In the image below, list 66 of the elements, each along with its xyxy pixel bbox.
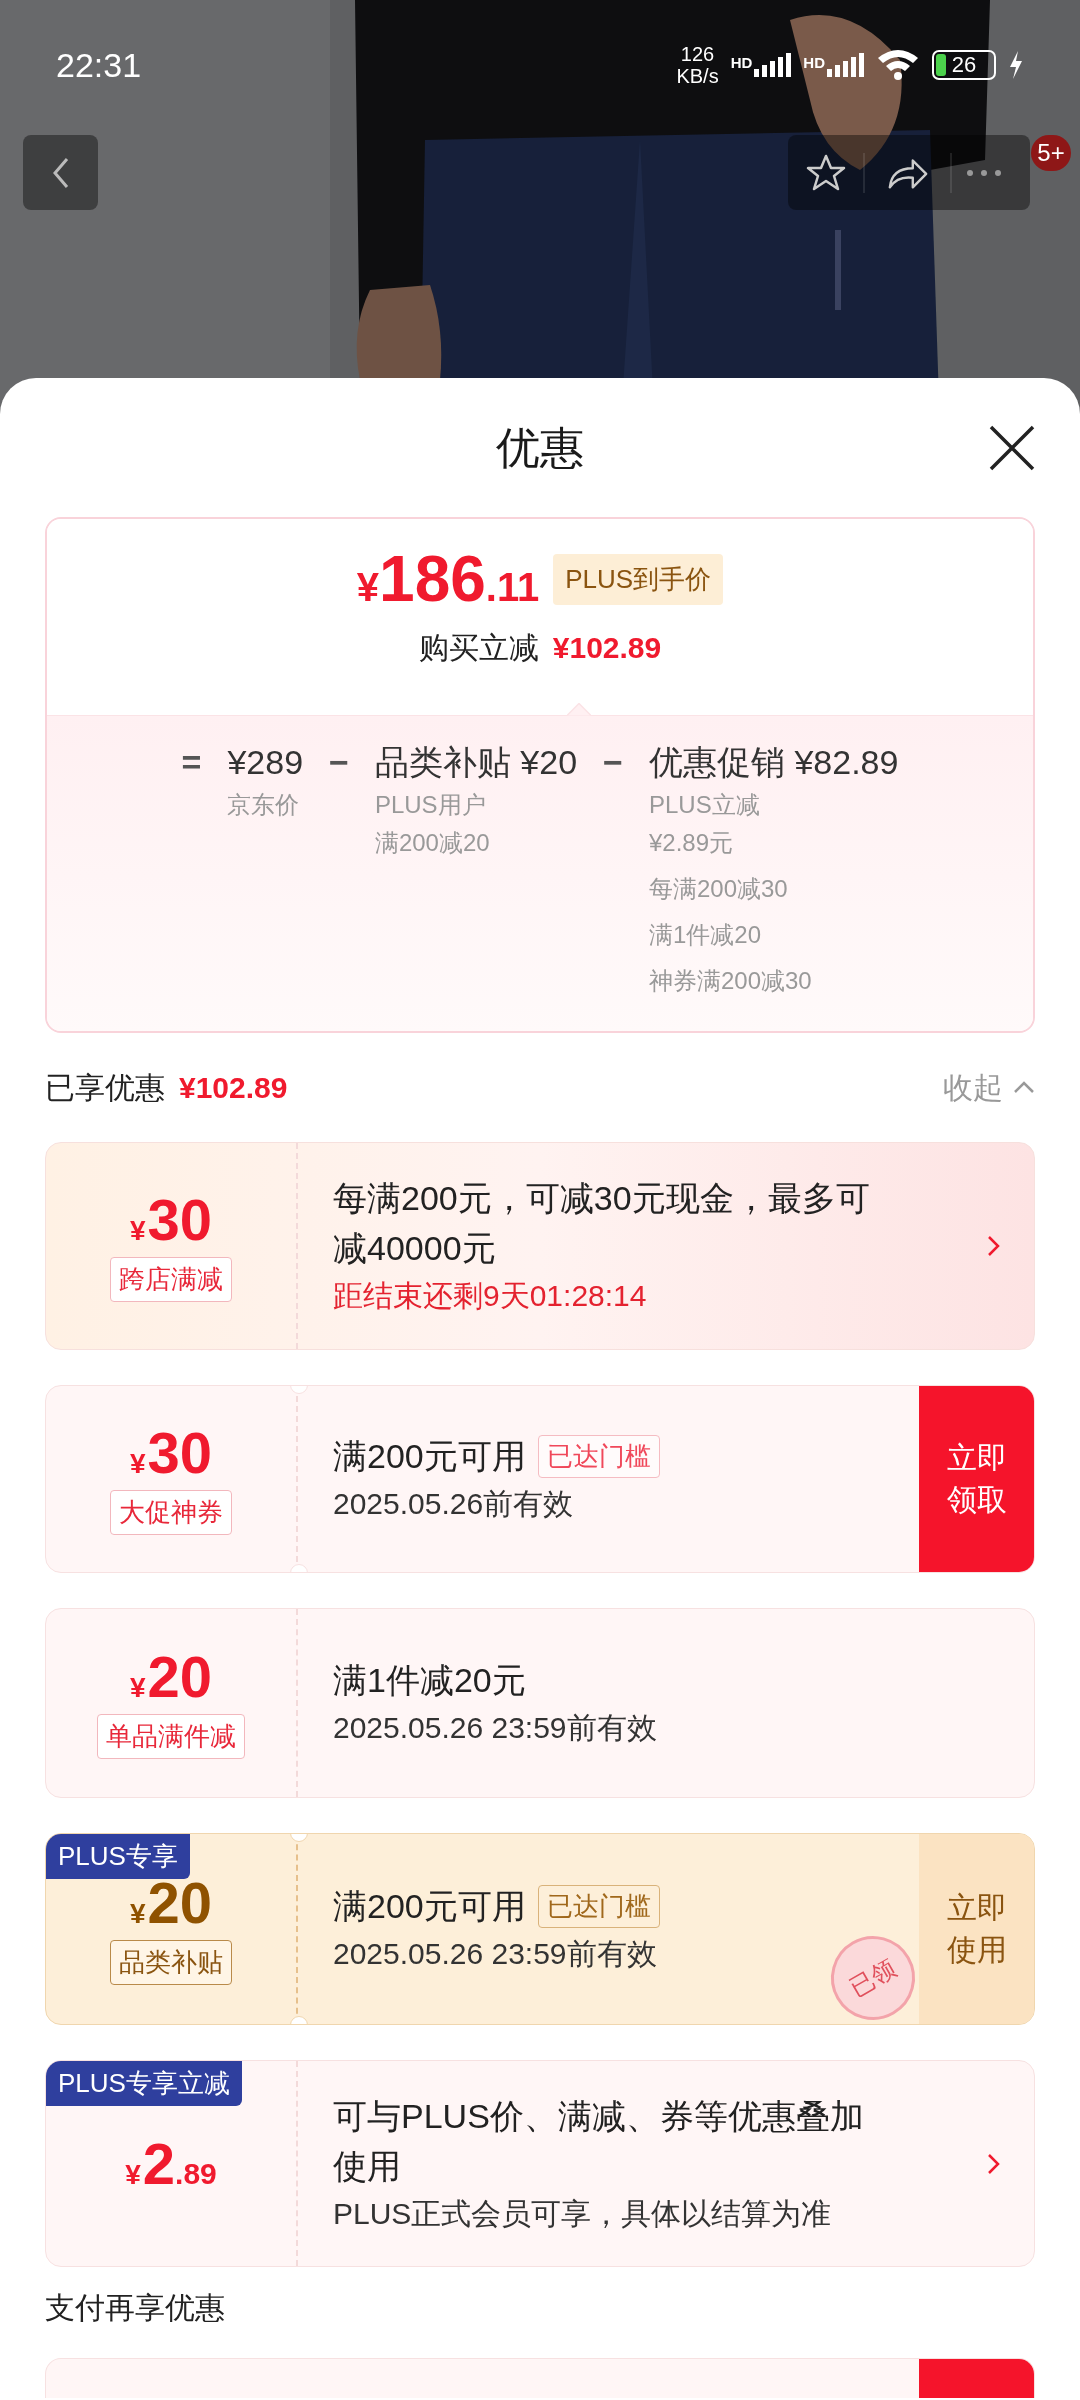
- breakdown-note: 满200减20: [374, 828, 491, 858]
- coupon-amount: ¥20: [129, 1647, 213, 1706]
- coupon-amount: ¥2.89: [125, 2134, 217, 2193]
- chevron-right-icon: [987, 1235, 1001, 1257]
- claim-button[interactable]: 立即领取: [919, 1386, 1034, 1572]
- validity-text: 2025.05.26 23:59前有效: [333, 1936, 657, 1972]
- section-label: 支付再享优惠: [45, 2289, 225, 2326]
- coupon-title: 每满200元，可减30元现金，最多可减40000元: [333, 1178, 871, 1269]
- section-label: 已享优惠: [45, 1070, 165, 1106]
- coupon-tag: 品类补贴: [110, 1939, 232, 1985]
- plus-tag: PLUS专享: [46, 1834, 190, 1879]
- breakdown-note: 满1件减20: [648, 920, 762, 950]
- battery-fill: [936, 54, 946, 76]
- saving-label: 购买立减: [418, 630, 539, 666]
- breakdown-value: 品类补贴 ¥20: [374, 742, 578, 783]
- countdown-text: 距结束还剩9天01:28:14: [333, 1278, 647, 1314]
- charging-icon: [1008, 50, 1024, 80]
- coupon-title: 可与PLUS价、满减、券等优惠叠加使用: [333, 2095, 865, 2187]
- wifi-icon: [876, 48, 920, 82]
- final-price: ¥186.11: [356, 547, 540, 611]
- coupon-tag: 跨店满减: [110, 1256, 232, 1302]
- validity-text: PLUS正式会员可享，具体以结算为准: [333, 2195, 832, 2232]
- breakdown-note: 每满200减30: [648, 874, 789, 904]
- plus-tag: PLUS专享立减: [46, 2061, 242, 2106]
- breakdown-note: ¥2.89元: [648, 828, 735, 858]
- coupon-tag: 大促神券: [110, 1489, 232, 1535]
- signal-icon: [754, 52, 792, 78]
- back-icon: [50, 156, 71, 189]
- network-speed-unit: KB/s: [676, 65, 719, 87]
- close-button[interactable]: [989, 425, 1035, 471]
- status-time: 22:31: [56, 44, 142, 86]
- breakdown-note: 京东价: [227, 790, 301, 820]
- discount-total: ¥102.89: [179, 1070, 288, 1106]
- use-button[interactable]: 立即使用: [919, 1834, 1034, 2024]
- breakdown-note: PLUS立减: [648, 790, 761, 820]
- threshold-badge: 已达门槛: [537, 1434, 660, 1478]
- coupon-amount: ¥30: [129, 1423, 213, 1482]
- coupon-tag: 单品满件减: [97, 1713, 245, 1759]
- chevron-up-icon: [1013, 1080, 1035, 1095]
- sheet-title: 优惠: [496, 421, 584, 474]
- more-icon: [966, 168, 1002, 177]
- close-icon: [989, 425, 1035, 471]
- coupon-title: 满1件减20元: [333, 1660, 526, 1701]
- math-operator: −: [603, 742, 623, 783]
- coupon-amount: ¥30: [129, 1190, 213, 1249]
- chevron-right-icon: [987, 2152, 1001, 2175]
- breakdown-value: 优惠促销 ¥82.89: [648, 742, 899, 783]
- coupon-title: 满200元可用: [333, 1436, 526, 1477]
- star-icon: [804, 152, 847, 193]
- math-operator: −: [329, 742, 349, 783]
- breakdown-note: PLUS用户: [374, 790, 487, 820]
- network-type-label: HD: [730, 53, 753, 73]
- price-badge: PLUS到手价: [553, 553, 724, 605]
- breakdown-value: ¥289: [227, 742, 304, 783]
- collapse-toggle[interactable]: 收起: [943, 1065, 1035, 1110]
- network-type-label: HD: [803, 53, 825, 73]
- threshold-badge: 已达门槛: [537, 1884, 660, 1928]
- math-operator: =: [181, 742, 202, 783]
- breakdown-note: 神券满200减30: [648, 966, 813, 996]
- battery-level: 26: [951, 54, 977, 76]
- signal-icon: [827, 52, 864, 78]
- validity-text: 2025.05.26前有效: [333, 1486, 574, 1522]
- validity-text: 2025.05.26 23:59前有效: [333, 1710, 657, 1746]
- network-speed: 126: [680, 43, 715, 65]
- coupon-title: 满200元可用: [333, 1886, 526, 1927]
- saving-amount: ¥102.89: [552, 630, 662, 666]
